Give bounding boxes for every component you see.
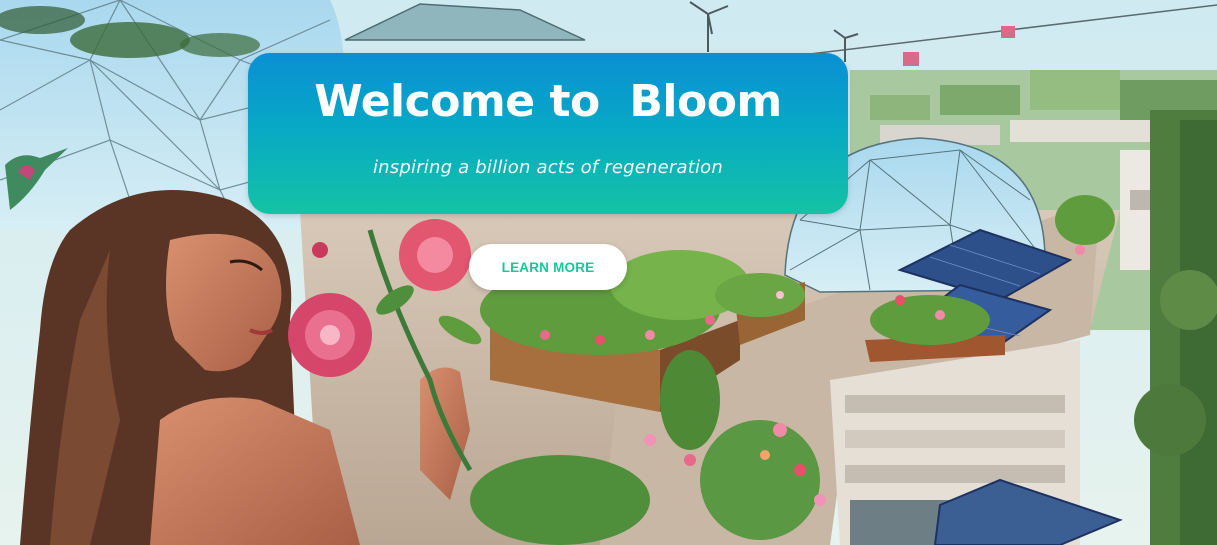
- learn-more-button[interactable]: LEARN MORE: [469, 244, 627, 290]
- hero-subtitle: inspiring a billion acts of regeneration: [372, 157, 724, 178]
- hero-title: Welcome to Bloom: [314, 76, 782, 127]
- welcome-banner: Welcome to Bloom inspiring a billion act…: [248, 53, 848, 214]
- gondola-icon: [903, 52, 919, 66]
